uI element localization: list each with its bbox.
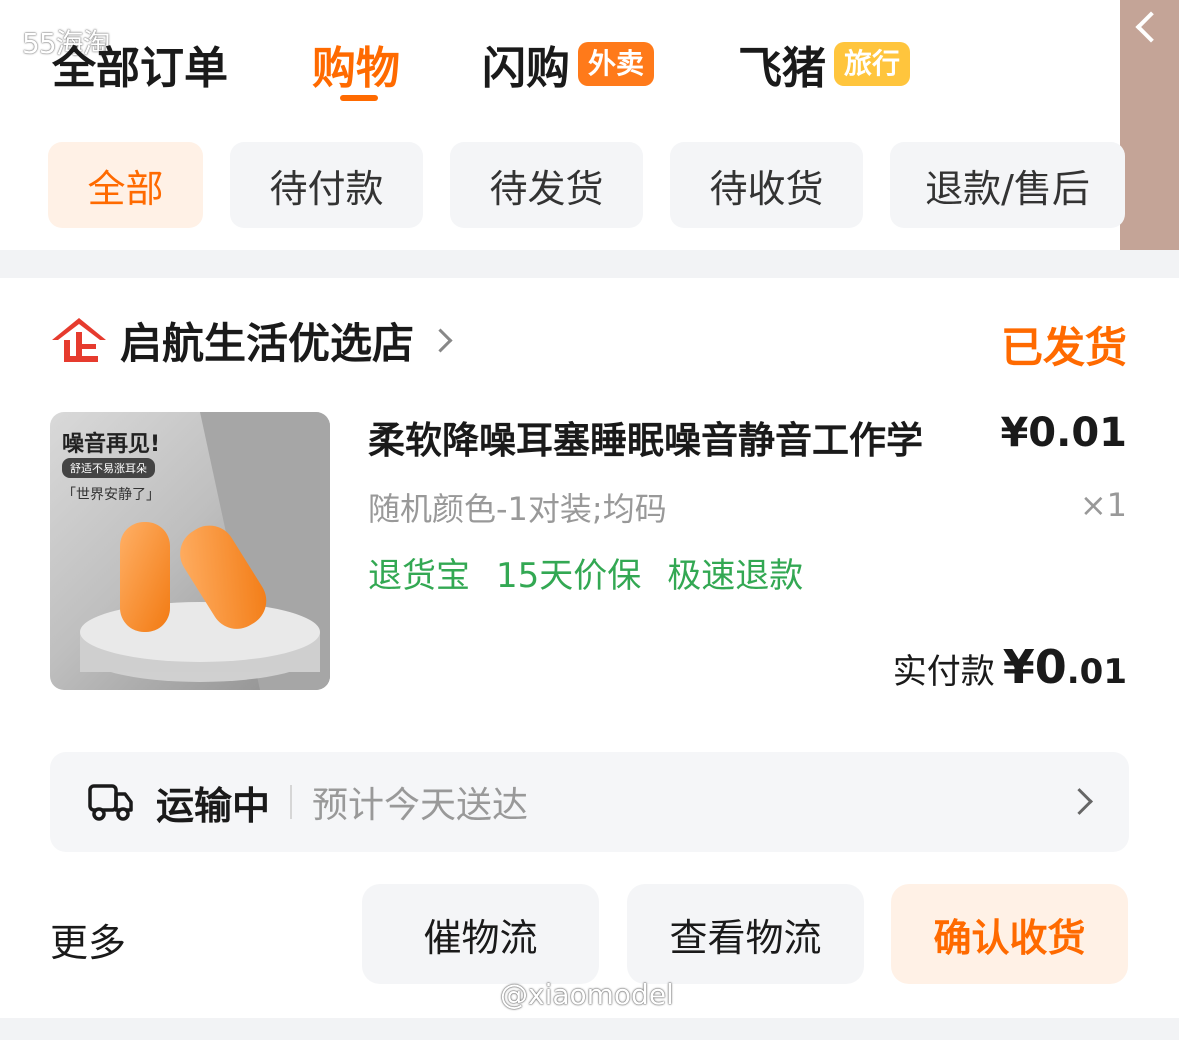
product-title[interactable]: 柔软降噪耳塞睡眠噪音静音工作学 — [368, 410, 988, 464]
product-spec: 随机颜色-1对装;均码 — [368, 490, 667, 528]
service-tag-price-protection: 15天价保 — [496, 556, 642, 596]
tab-all-orders[interactable]: 全部订单 — [52, 32, 228, 96]
section-divider — [0, 250, 1179, 278]
image-quote: 「世界安静了」 — [62, 487, 160, 503]
product-thumbnail[interactable]: 噪音再见! 舒适不易涨耳朵 「世界安静了」 — [50, 412, 330, 690]
view-logistics-button[interactable]: 查看物流 — [627, 884, 864, 984]
chevron-left-icon — [1135, 11, 1167, 43]
service-tag-fast-refund: 极速退款 — [667, 556, 804, 596]
filter-pending-payment[interactable]: 待付款 — [230, 142, 423, 228]
tab-label: 闪购 — [482, 43, 570, 94]
store-header[interactable]: 启航生活优选店 — [50, 312, 453, 368]
chevron-right-icon — [1066, 788, 1093, 815]
enterprise-store-icon — [52, 318, 106, 362]
actual-payment: 实付款 ¥0 .01 — [893, 640, 1127, 694]
logistics-bar[interactable]: 运输中 预计今天送达 — [50, 752, 1129, 852]
chevron-right-icon — [428, 327, 453, 353]
filter-all[interactable]: 全部 — [48, 142, 203, 228]
filter-pending-shipment[interactable]: 待发货 — [450, 142, 643, 228]
delivery-estimate: 预计今天送达 — [312, 785, 529, 826]
active-tab-indicator — [340, 95, 378, 101]
payment-label: 实付款 — [892, 652, 995, 692]
payment-amount-integer: ¥0 — [1002, 640, 1067, 694]
section-divider — [0, 1018, 1179, 1040]
tab-label: 全部订单 — [52, 43, 228, 94]
side-back-button[interactable] — [1120, 0, 1179, 278]
filter-pending-receipt[interactable]: 待收货 — [670, 142, 863, 228]
divider — [290, 785, 293, 819]
more-button[interactable]: 更多 — [50, 912, 126, 967]
filter-refund-aftersale[interactable]: 退款/售后 — [890, 142, 1125, 228]
tab-label: 飞猪 — [738, 43, 826, 94]
tab-flash-buy[interactable]: 闪购 外卖 — [482, 32, 655, 96]
tab-fliggy[interactable]: 飞猪 旅行 — [738, 32, 911, 96]
tab-label: 购物 — [312, 43, 400, 94]
service-tags: 退货宝 15天价保 极速退款 — [368, 548, 803, 597]
tab-badge-travel: 旅行 — [834, 42, 911, 86]
urge-logistics-button[interactable]: 催物流 — [362, 884, 599, 984]
product-quantity: ×1 — [1079, 486, 1127, 524]
tab-badge-takeout: 外卖 — [578, 42, 655, 86]
store-name: 启航生活优选店 — [120, 318, 415, 368]
image-pill-text: 舒适不易涨耳朵 — [62, 458, 155, 478]
watermark-text: @xiaomodel — [500, 978, 674, 1011]
service-tag-return-insurance: 退货宝 — [368, 556, 470, 596]
payment-amount-decimal: .01 — [1066, 652, 1127, 692]
tab-shopping[interactable]: 购物 — [312, 32, 400, 96]
product-price: ¥0.01 — [1000, 410, 1127, 456]
order-category-tabs: 全部订单 购物 闪购 外卖 飞猪 旅行 — [0, 0, 1179, 118]
shipping-status: 运输中 — [156, 783, 271, 828]
image-headline: 噪音再见! — [62, 432, 161, 457]
confirm-receipt-button[interactable]: 确认收货 — [891, 884, 1128, 984]
truck-icon — [88, 784, 133, 821]
order-status-label: 已发货 — [1000, 323, 1127, 372]
